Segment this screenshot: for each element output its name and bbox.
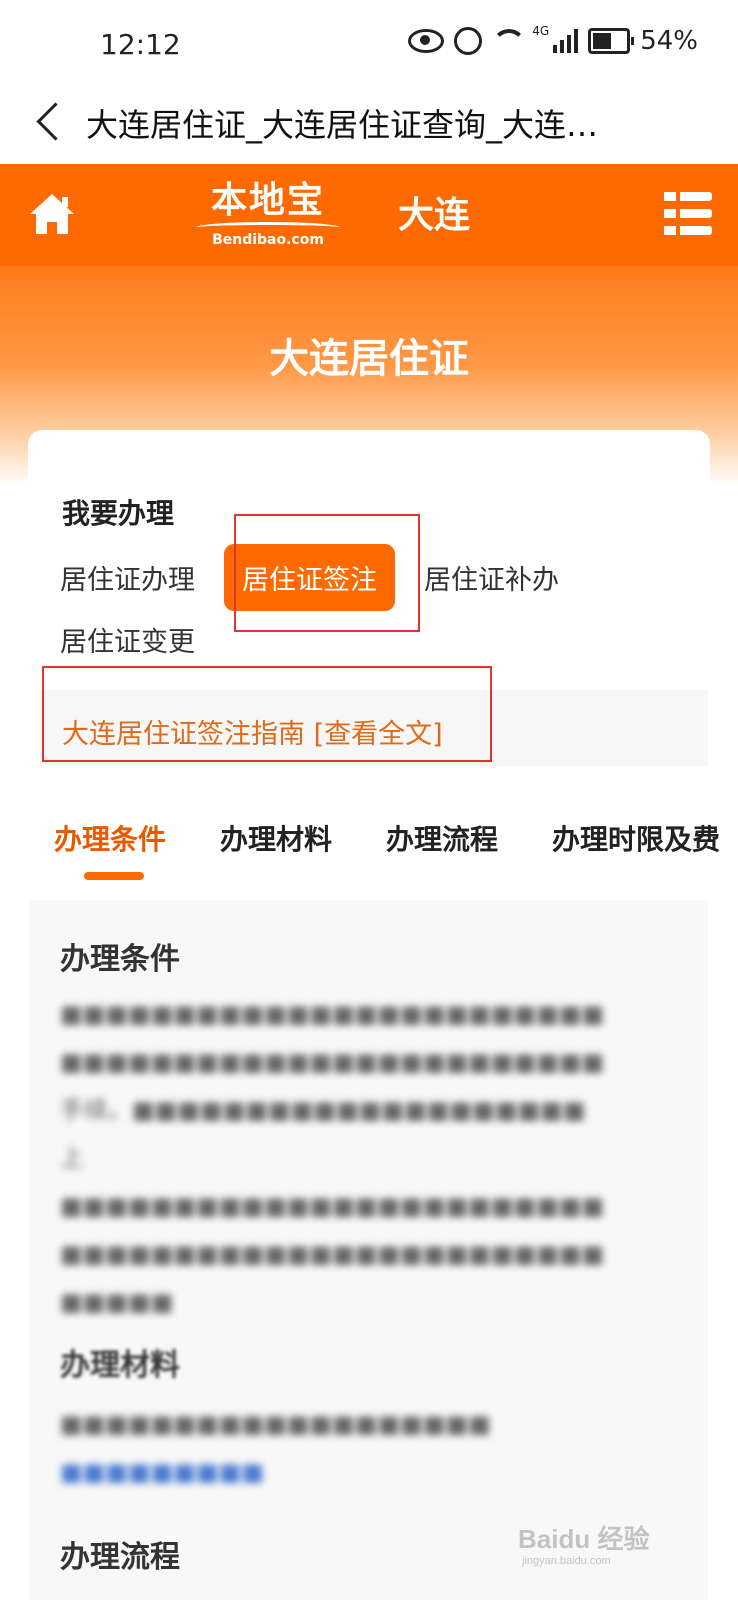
logo-domain: Bendibao.com [212,232,324,248]
blurred-paragraph: ■■■■■■■■■■■■■■■■■■■■■■■■ ■■■■■■■■■■■■■■■… [60,1000,605,1316]
network-type: 4G [532,24,550,38]
banner-title: 大连居住证 [269,336,469,382]
logo-text: 本地宝 [210,179,325,221]
wifi-icon [492,29,527,53]
option-residence-permit-apply[interactable]: 居住证办理 [60,558,195,597]
title-bar: 大连居住证_大连居住证查询_大连… [0,86,738,164]
tab-conditions[interactable]: 办理条件 [54,818,166,858]
city-name[interactable]: 大连 [398,186,470,238]
option-residence-permit-reissue[interactable]: 居住证补办 [424,558,559,597]
highlight-box [42,666,492,762]
battery-percent: 54% [640,26,698,56]
content-title: 办理材料 [60,1348,180,1383]
page-title: 大连居住证_大连居住证查询_大连… [86,106,599,144]
active-tab-indicator [84,872,144,880]
content-title: 办理流程 [60,1540,180,1575]
highlight-box [234,514,420,632]
back-arrow-icon[interactable] [32,102,72,142]
site-logo[interactable]: 本地宝 Bendibao.com [188,178,348,256]
home-icon[interactable] [26,188,78,240]
blurred-fragment: 上 [60,1144,84,1172]
content-panel: 办理条件 ■■■■■■■■■■■■■■■■■■■■■■■■ ■■■■■■■■■■… [30,900,708,1600]
battery-icon [588,28,635,54]
tab-time-fee[interactable]: 办理时限及费 [552,818,720,858]
service-card: 我要办理 居住证办理 居住证签注 居住证补办 居住证变更 大连居住证签注指南 [… [28,430,710,780]
watermark-text: Baidu 经验 [518,1524,649,1554]
content-title: 办理条件 [60,942,180,977]
status-time: 12:12 [100,28,181,61]
alarm-icon [454,27,483,55]
section-title: 我要办理 [62,497,175,530]
site-header: 本地宝 Bendibao.com 大连 [0,164,738,266]
menu-icon[interactable] [664,192,712,236]
signal-icon [553,29,579,53]
tab-process[interactable]: 办理流程 [386,818,498,858]
tab-bar: 办理条件 办理材料 办理流程 办理时限及费 [0,800,738,880]
status-bar: 12:12 4G 54% [0,0,738,86]
status-icons: 4G 54% [408,24,698,56]
option-residence-permit-change[interactable]: 居住证变更 [60,620,195,659]
blurred-paragraph: ■■■■■■■■■■■■■■■■■■■ ■■■■■■■■■ [60,1410,491,1486]
tab-materials[interactable]: 办理材料 [220,818,332,858]
eye-icon [408,29,445,53]
blurred-fragment: 手续。 [60,1096,132,1124]
watermark-sub: jingyan.baidu.com [521,1555,611,1567]
baidu-watermark: Baidu 经验 jingyan.baidu.com [518,1518,668,1568]
